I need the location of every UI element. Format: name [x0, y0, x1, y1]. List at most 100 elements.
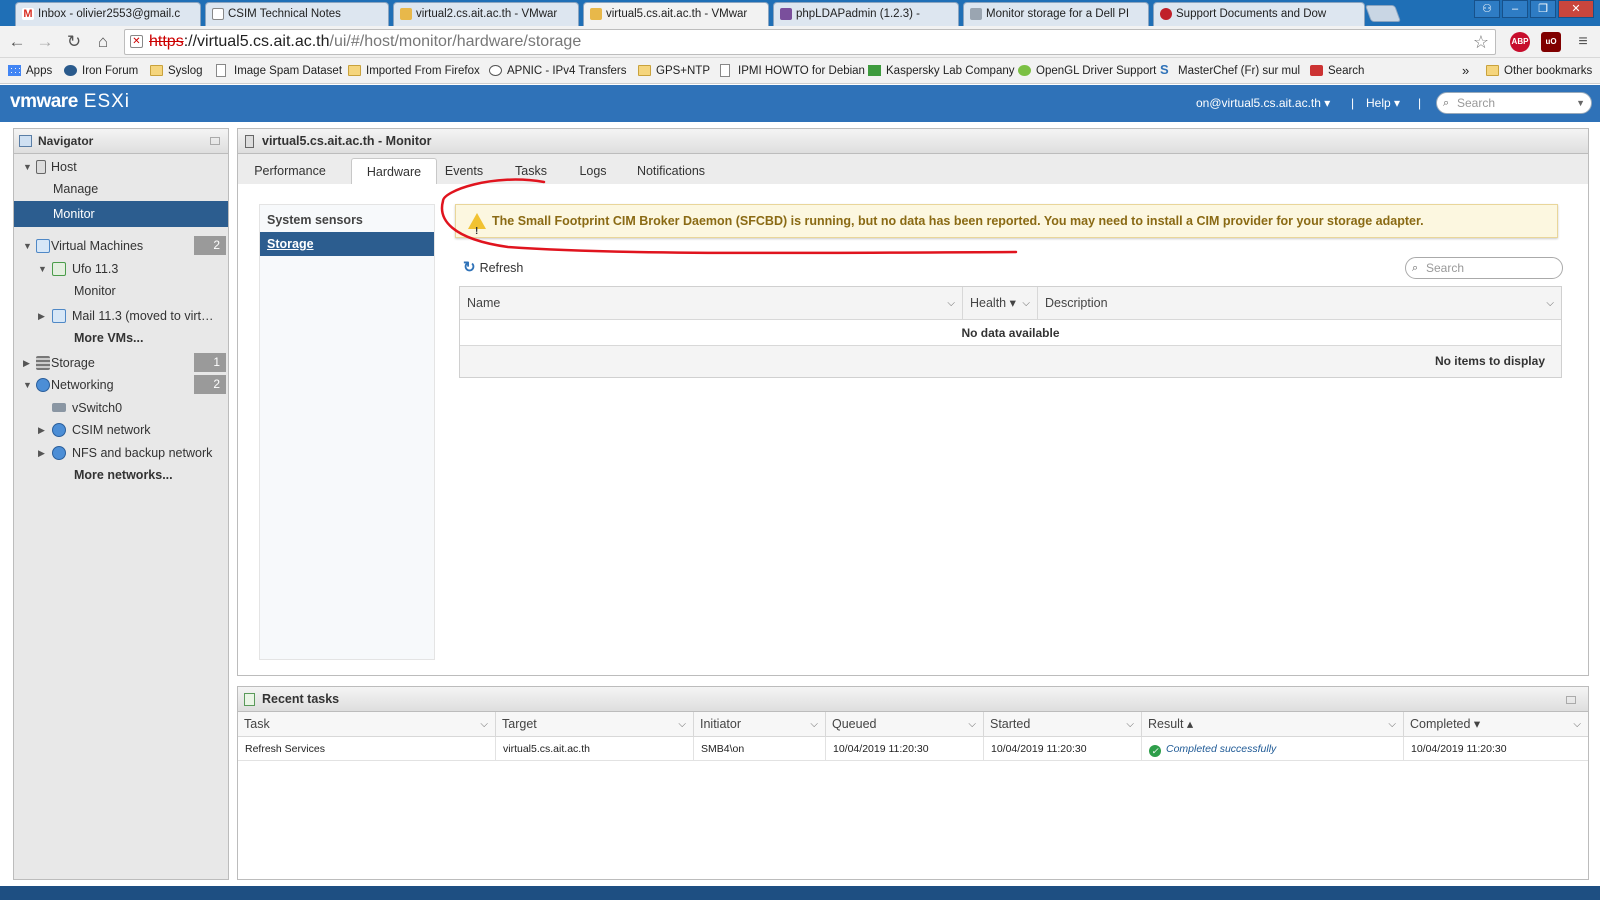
network-globe-icon	[52, 423, 66, 437]
chevron-down-icon[interactable]: ⌵	[1388, 712, 1396, 737]
column-header-name[interactable]: Name ⌵	[460, 287, 963, 320]
bookmark-star-icon[interactable]: ☆	[1473, 30, 1489, 54]
chevron-down-icon[interactable]: ⌵	[947, 287, 955, 320]
bookmark-image-spam[interactable]: Image Spam Dataset	[216, 62, 342, 80]
bookmarks-overflow-chevron[interactable]: »	[1462, 62, 1469, 80]
column-header-task[interactable]: Task ⌵	[238, 712, 496, 737]
other-bookmarks[interactable]: Other bookmarks	[1486, 62, 1592, 80]
tab-events[interactable]: Events	[444, 158, 484, 184]
bookmark-search[interactable]: Search	[1310, 62, 1364, 80]
expand-triangle-icon[interactable]: ▼	[38, 258, 47, 280]
chevron-down-icon[interactable]: ⌵	[1546, 287, 1554, 320]
browser-tab-csim[interactable]: CSIM Technical Notes	[205, 2, 389, 26]
bookmark-ipmi-howto[interactable]: IPMI HOWTO for Debian	[720, 62, 865, 80]
collapse-triangle-icon[interactable]: ▶	[38, 305, 45, 327]
forward-arrow-icon[interactable]: →	[34, 31, 56, 53]
nav-monitor[interactable]: Monitor	[14, 201, 228, 227]
chevron-down-icon[interactable]: ▼	[1576, 93, 1585, 113]
storage-search-input[interactable]: ⌕ Search	[1405, 257, 1563, 279]
bookmark-opengl[interactable]: OpenGL Driver Support	[1018, 62, 1156, 80]
chevron-down-icon[interactable]: ⌵	[678, 712, 686, 737]
nav-more-vms[interactable]: More VMs...	[14, 327, 228, 349]
nav-host[interactable]: ▼ Host	[14, 156, 228, 178]
bookmark-apnic[interactable]: APNIC - IPv4 Transfers	[489, 62, 627, 80]
nav-nfs-network[interactable]: ▶ NFS and backup network	[14, 442, 228, 464]
bookmark-gps-ntp[interactable]: GPS+NTP	[638, 62, 710, 80]
column-header-health[interactable]: Health ▾ ⌵	[963, 287, 1038, 320]
chevron-down-icon[interactable]: ⌵	[480, 712, 488, 737]
browser-tab-virtual5[interactable]: virtual5.cs.ait.ac.th - VMwar	[583, 2, 769, 26]
tab-hardware[interactable]: Hardware	[351, 158, 437, 184]
column-header-description[interactable]: Description ⌵	[1038, 287, 1561, 320]
host-server-icon	[36, 160, 46, 174]
back-arrow-icon[interactable]: ←	[6, 31, 28, 53]
close-window-button[interactable]: ✕	[1558, 0, 1594, 18]
nav-networking[interactable]: ▼ Networking 2	[14, 374, 228, 396]
browser-tab-gmail[interactable]: M Inbox - olivier2553@gmail.co	[15, 2, 201, 26]
chevron-down-icon[interactable]: ⌵	[1022, 287, 1030, 320]
home-icon[interactable]: ⌂	[92, 31, 114, 53]
tab-logs[interactable]: Logs	[578, 158, 608, 184]
collapse-panel-icon[interactable]	[1566, 696, 1576, 704]
hardware-subnav: System sensors Storage	[259, 204, 435, 660]
success-check-icon: ✓	[1149, 745, 1161, 757]
expand-triangle-icon[interactable]: ▼	[23, 374, 32, 396]
adblock-plus-icon[interactable]: ABP	[1510, 32, 1530, 52]
browser-tab-phpldapadmin[interactable]: phpLDAPadmin (1.2.3) -	[773, 2, 959, 26]
bookmark-masterchef[interactable]: S MasterChef (Fr) sur mul	[1160, 62, 1300, 80]
collapse-panel-icon[interactable]	[210, 137, 220, 145]
ublock-icon[interactable]: uO	[1541, 32, 1561, 52]
bookmark-syslog[interactable]: Syslog	[150, 62, 203, 80]
header-search-input[interactable]: ⌕ Search ▼	[1436, 92, 1592, 114]
restore-button[interactable]: ❐	[1530, 0, 1556, 18]
chevron-down-icon[interactable]: ⌵	[810, 712, 818, 737]
nav-vm-ufo[interactable]: ▼ Ufo 11.3	[14, 258, 228, 280]
nav-storage[interactable]: ▶ Storage 1	[14, 352, 228, 374]
nav-vm-ufo-monitor[interactable]: Monitor	[14, 280, 228, 302]
column-header-target[interactable]: Target ⌵	[496, 712, 694, 737]
user-menu[interactable]: on@virtual5.cs.ait.ac.th ▾	[1196, 96, 1330, 110]
subnav-storage[interactable]: Storage	[260, 232, 434, 256]
bookmark-apps[interactable]: Apps	[8, 62, 52, 80]
nav-virtual-machines[interactable]: ▼ Virtual Machines 2	[14, 235, 228, 257]
target-cell[interactable]: virtual5.cs.ait.ac.th	[496, 737, 694, 761]
expand-triangle-icon[interactable]: ▼	[23, 156, 32, 178]
nav-more-networks[interactable]: More networks...	[14, 464, 228, 486]
browser-tab-virtual2[interactable]: virtual2.cs.ait.ac.th - VMwar	[393, 2, 579, 26]
help-menu[interactable]: Help ▾	[1366, 96, 1400, 110]
collapse-triangle-icon[interactable]: ▶	[38, 442, 45, 464]
column-header-started[interactable]: Started ⌵	[984, 712, 1142, 737]
address-bar[interactable]: ✕ https://virtual5.cs.ait.ac.th/ui/#/hos…	[124, 29, 1496, 55]
nav-manage[interactable]: Manage	[14, 178, 228, 200]
reload-icon[interactable]: ↻	[63, 31, 85, 53]
column-header-initiator[interactable]: Initiator ⌵	[694, 712, 826, 737]
nav-csim-network[interactable]: ▶ CSIM network	[14, 419, 228, 441]
bookmark-kaspersky[interactable]: Kaspersky Lab Company	[868, 62, 1014, 80]
chevron-down-icon[interactable]: ⌵	[1126, 712, 1134, 737]
new-tab-button[interactable]	[1364, 5, 1402, 22]
browser-tab-dell-storage[interactable]: Monitor storage for a Dell PE	[963, 2, 1149, 26]
column-header-result[interactable]: Result ▴ ⌵	[1142, 712, 1404, 737]
chevron-down-icon[interactable]: ⌵	[968, 712, 976, 737]
subnav-system-sensors[interactable]: System sensors	[260, 208, 434, 232]
collapse-triangle-icon[interactable]: ▶	[38, 419, 45, 441]
nav-vm-mail[interactable]: ▶ Mail 11.3 (moved to virt…	[14, 305, 228, 327]
browser-tab-support-docs[interactable]: Support Documents and Dow	[1153, 2, 1365, 26]
collapse-triangle-icon[interactable]: ▶	[23, 352, 30, 374]
monitor-panel: virtual5.cs.ait.ac.th - Monitor Performa…	[237, 128, 1589, 676]
column-header-queued[interactable]: Queued ⌵	[826, 712, 984, 737]
tab-tasks[interactable]: Tasks	[512, 158, 550, 184]
tab-notifications[interactable]: Notifications	[636, 158, 706, 184]
bookmark-imported-firefox[interactable]: Imported From Firefox	[348, 62, 480, 80]
person-icon[interactable]: ⚇	[1474, 0, 1500, 18]
nav-vswitch0[interactable]: vSwitch0	[14, 397, 228, 419]
column-header-completed[interactable]: Completed ▾ ⌵	[1404, 712, 1588, 737]
tab-performance[interactable]: Performance	[252, 158, 328, 184]
bookmark-iron-forum[interactable]: Iron Forum	[64, 62, 138, 80]
minimize-button[interactable]: –	[1502, 0, 1528, 18]
expand-triangle-icon[interactable]: ▼	[23, 235, 32, 257]
refresh-button[interactable]: ↻ Refresh	[463, 258, 523, 276]
browser-toolbar: ← → ↻ ⌂ ✕ https://virtual5.cs.ait.ac.th/…	[0, 26, 1600, 58]
menu-hamburger-icon[interactable]: ≡	[1572, 31, 1594, 53]
chevron-down-icon[interactable]: ⌵	[1573, 712, 1581, 737]
